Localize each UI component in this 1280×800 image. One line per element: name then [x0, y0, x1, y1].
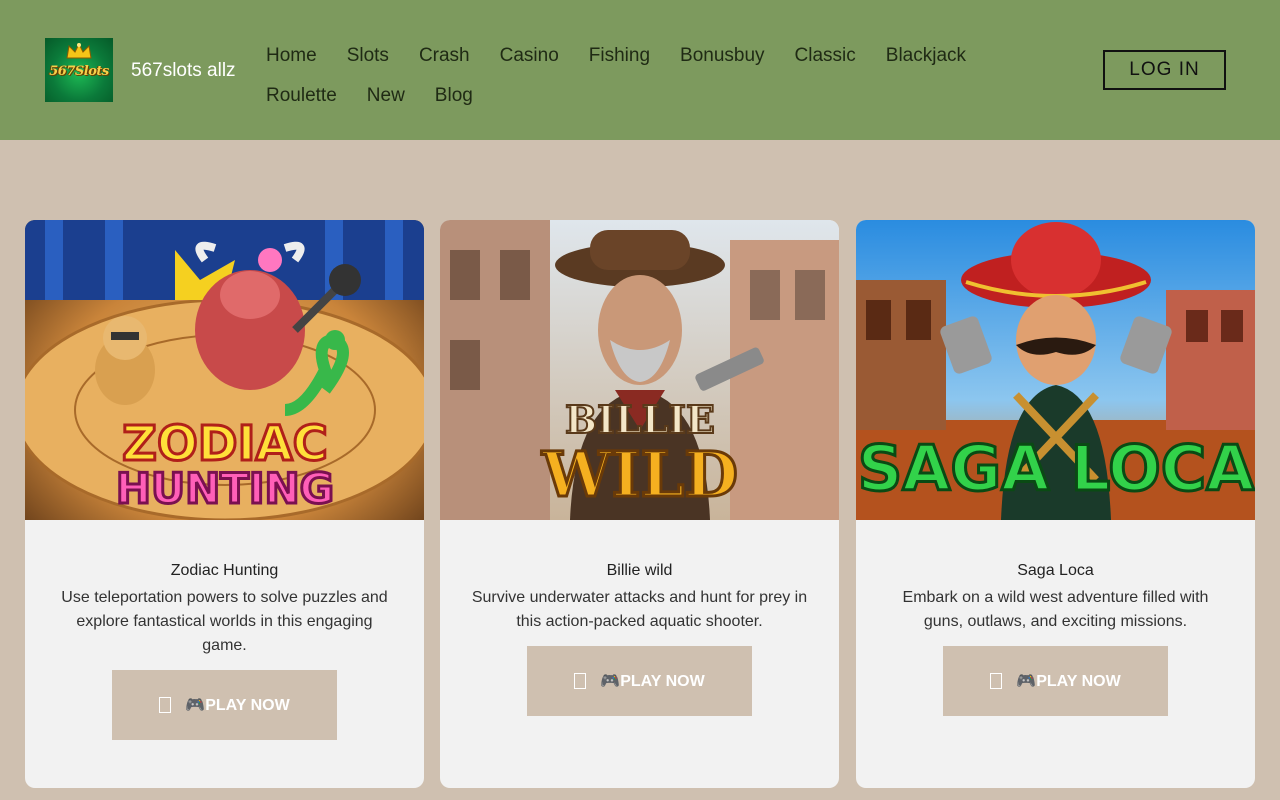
game-title[interactable]: Saga Loca	[856, 562, 1255, 580]
crown-icon	[66, 42, 92, 59]
nav-link-blog[interactable]: Blog	[435, 85, 473, 107]
saga-image-title: SAGA LOCA	[858, 432, 1255, 505]
game-card-saga-loca: SAGA LOCA Saga Loca Embark on a wild wes…	[856, 220, 1255, 788]
nav-link-bonusbuy[interactable]: Bonusbuy	[680, 45, 765, 67]
play-now-label: 🎮PLAY NOW	[1016, 673, 1121, 690]
game-description: Use teleportation powers to solve puzzle…	[61, 589, 388, 654]
nav-link-crash[interactable]: Crash	[419, 45, 470, 67]
billie-image-title-1: BILLIE	[565, 397, 715, 442]
game-title[interactable]: Billie wild	[440, 562, 839, 580]
nav-link-new[interactable]: New	[367, 85, 405, 107]
game-card-billie-wild: BILLIE WILD Billie wild Survive underwat…	[440, 220, 839, 788]
nav-link-blackjack[interactable]: Blackjack	[886, 45, 966, 67]
login-button[interactable]: LOG IN	[1103, 50, 1226, 90]
zodiac-image-title-2: HUNTING	[116, 464, 334, 513]
logo-text: 567Slots	[49, 64, 109, 79]
game-description: Embark on a wild west adventure filled w…	[902, 589, 1209, 630]
site-logo[interactable]: 567Slots	[45, 38, 113, 102]
play-now-label: 🎮PLAY NOW	[600, 673, 705, 690]
placeholder-glyph-icon	[159, 697, 172, 713]
game-description: Survive underwater attacks and hunt for …	[471, 589, 808, 630]
game-thumbnail-saga-loca[interactable]: SAGA LOCA	[856, 220, 1255, 520]
billie-image-title-2: WILD	[541, 438, 738, 511]
site-name[interactable]: 567slots allz	[131, 60, 236, 82]
play-now-button[interactable]: 🎮PLAY NOW	[112, 670, 337, 740]
nav-link-roulette[interactable]: Roulette	[266, 85, 337, 107]
play-now-button[interactable]: 🎮PLAY NOW	[527, 646, 752, 716]
site-header: 567Slots 567slots allz Home Slots Crash …	[0, 0, 1280, 140]
game-thumbnail-zodiac-hunting[interactable]: ZODIAC HUNTING	[25, 220, 424, 520]
placeholder-glyph-icon	[574, 673, 587, 689]
nav-link-home[interactable]: Home	[266, 45, 317, 67]
play-now-button[interactable]: 🎮PLAY NOW	[943, 646, 1168, 716]
nav-row-2: Roulette New Blog	[266, 76, 1006, 116]
main-nav: Home Slots Crash Casino Fishing Bonusbuy…	[266, 36, 1006, 116]
nav-link-classic[interactable]: Classic	[795, 45, 856, 67]
game-card-zodiac-hunting: ZODIAC HUNTING Zodiac Hunting Use telepo…	[25, 220, 424, 788]
game-thumbnail-billie-wild[interactable]: BILLIE WILD	[440, 220, 839, 520]
nav-row-1: Home Slots Crash Casino Fishing Bonusbuy…	[266, 36, 1006, 76]
nav-link-fishing[interactable]: Fishing	[589, 45, 650, 67]
nav-link-slots[interactable]: Slots	[347, 45, 389, 67]
placeholder-glyph-icon	[990, 673, 1003, 689]
nav-link-casino[interactable]: Casino	[500, 45, 559, 67]
play-now-label: 🎮PLAY NOW	[185, 697, 290, 714]
game-title[interactable]: Zodiac Hunting	[25, 562, 424, 580]
